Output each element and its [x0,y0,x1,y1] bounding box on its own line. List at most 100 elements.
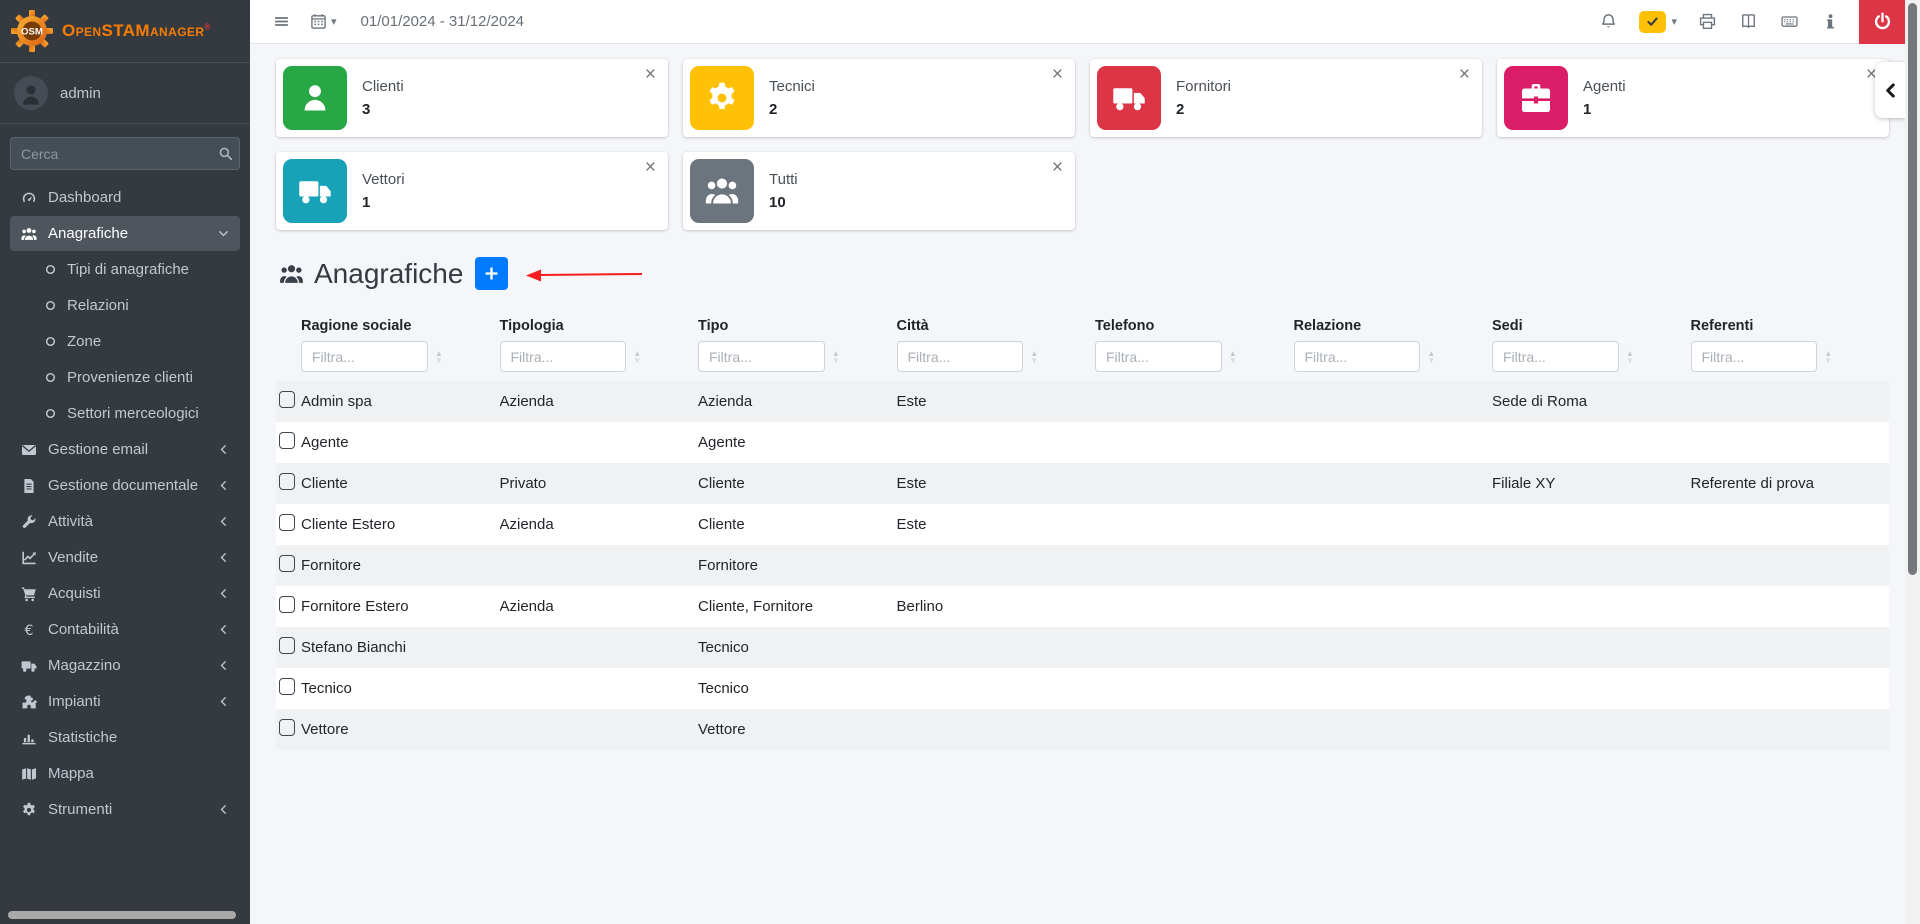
vertical-scrollbar-thumb[interactable] [1908,3,1917,575]
sort-icons[interactable]: ▲▼ [1427,350,1435,364]
row-checkbox[interactable] [279,555,295,572]
table-row[interactable]: VettoreVettore [276,709,1889,750]
sidebar-item-impianti[interactable]: Impianti [10,684,240,719]
row-checkbox[interactable] [279,391,295,408]
filter-input-tipologia[interactable] [500,341,627,372]
logout-button[interactable] [1859,0,1905,44]
filter-input-ragione-sociale[interactable] [301,341,428,372]
print-button[interactable] [1689,7,1726,36]
svg-text:OSM: OSM [21,27,43,38]
sidebar-item-strumenti[interactable]: Strumenti [10,792,240,827]
sort-icons[interactable]: ▲▼ [1824,350,1832,364]
filter-input-relazione[interactable] [1294,341,1421,372]
filter-input-referenti[interactable] [1691,341,1818,372]
sort-icons[interactable]: ▲▼ [633,350,641,364]
sidebar-item-relazioni[interactable]: Relazioni [10,288,240,323]
card-close-button[interactable]: × [645,65,656,84]
table-row[interactable]: Cliente EsteroAziendaClienteEste [276,504,1889,545]
sort-icons[interactable]: ▲▼ [1030,350,1038,364]
todo-dropdown-button[interactable]: ▾ [1631,11,1685,33]
user-panel[interactable]: admin [0,63,250,124]
cell-tipo: Tecnico [698,680,897,697]
brand[interactable]: OSM OpenSTAManager® [0,0,250,63]
table-row[interactable]: ClientePrivatoClienteEsteFiliale XYRefer… [276,463,1889,504]
column-header-tipo[interactable]: Tipo [698,318,897,334]
table-row[interactable]: Admin spaAziendaAziendaEsteSede di Roma [276,381,1889,422]
sort-icons[interactable]: ▲▼ [1626,350,1634,364]
plus-icon [483,265,500,282]
date-range[interactable]: 01/01/2024 - 31/12/2024 [361,13,524,30]
column-header-citta[interactable]: Città [897,318,1096,334]
sort-icons[interactable]: ▲▼ [435,350,443,364]
column-header-relazione[interactable]: Relazione [1294,318,1493,334]
sidebar-item-provenienze-clienti[interactable]: Provenienze clienti [10,360,240,395]
circle-icon [44,407,57,420]
card-close-button[interactable]: × [1459,65,1470,84]
card-close-button[interactable]: × [1052,158,1063,177]
sidebar-toggle-button[interactable] [263,7,300,36]
sidebar-item-settori-merceologici[interactable]: Settori merceologici [10,396,240,431]
cell-ragione-sociale: Fornitore Estero [301,598,500,615]
column-header-telefono[interactable]: Telefono [1095,318,1294,334]
sidebar-item-anagrafiche[interactable]: Anagrafiche [10,216,240,251]
table-row[interactable]: TecnicoTecnico [276,668,1889,709]
sidebar-item-attivita[interactable]: Attività [10,504,240,539]
summary-card-tutti[interactable]: Tutti 10 × [683,152,1075,230]
info-button[interactable] [1812,7,1849,36]
notifications-button[interactable] [1590,7,1627,36]
check-icon [1639,11,1666,33]
summary-card-fornitori[interactable]: Fornitori 2 × [1090,59,1482,137]
row-checkbox[interactable] [279,637,295,654]
table-row[interactable]: Stefano BianchiTecnico [276,627,1889,668]
sidebar-item-gestione-email[interactable]: Gestione email [10,432,240,467]
sidebar-item-contabilita[interactable]: € Contabilità [10,612,240,647]
search-input[interactable] [10,137,212,170]
calendar-button[interactable]: ▾ [300,7,347,36]
filter-input-tipo[interactable] [698,341,825,372]
row-checkbox[interactable] [279,678,295,695]
summary-card-clienti[interactable]: Clienti 3 × [276,59,668,137]
table-row[interactable]: FornitoreFornitore [276,545,1889,586]
table-row[interactable]: Fornitore EsteroAziendaCliente, Fornitor… [276,586,1889,627]
sidebar-item-tipi-di-anagrafiche[interactable]: Tipi di anagrafiche [10,252,240,287]
add-record-button[interactable] [475,257,508,290]
row-checkbox[interactable] [279,596,295,613]
summary-card-agenti[interactable]: Agenti 1 × [1497,59,1889,137]
sidebar-item-gestione-documentale[interactable]: Gestione documentale [10,468,240,503]
vertical-scrollbar[interactable] [1905,0,1920,924]
sidebar-item-zone[interactable]: Zone [10,324,240,359]
widgets-collapse-button[interactable] [1875,62,1905,118]
table-row[interactable]: AgenteAgente [276,422,1889,463]
row-checkbox[interactable] [279,432,295,449]
sidebar-search [10,137,240,170]
sidebar-item-label: Gestione documentale [48,477,198,494]
sidebar-item-acquisti[interactable]: Acquisti [10,576,240,611]
sidebar-horizontal-scrollbar[interactable] [8,911,236,919]
row-checkbox[interactable] [279,473,295,490]
column-header-ragione-sociale[interactable]: Ragione sociale [301,318,500,334]
filter-input-citta[interactable] [897,341,1024,372]
row-checkbox[interactable] [279,719,295,736]
summary-card-vettori[interactable]: Vettori 1 × [276,152,668,230]
sidebar-item-mappa[interactable]: Mappa [10,756,240,791]
sort-icons[interactable]: ▲▼ [832,350,840,364]
row-checkbox[interactable] [279,514,295,531]
docs-button[interactable] [1730,7,1767,36]
shortcuts-button[interactable] [1771,7,1808,36]
search-button[interactable] [212,137,240,170]
sidebar-item-vendite[interactable]: Vendite [10,540,240,575]
column-header-referenti[interactable]: Referenti [1691,318,1890,334]
filter-input-telefono[interactable] [1095,341,1222,372]
sidebar-item-dashboard[interactable]: Dashboard [10,180,240,215]
person-icon [18,82,44,108]
card-close-button[interactable]: × [1052,65,1063,84]
sidebar-item-statistiche[interactable]: Statistiche [10,720,240,755]
cell-tipologia: Privato [500,475,699,492]
filter-input-sedi[interactable] [1492,341,1619,372]
column-header-tipologia[interactable]: Tipologia [500,318,699,334]
sidebar-item-magazzino[interactable]: Magazzino [10,648,240,683]
summary-card-tecnici[interactable]: Tecnici 2 × [683,59,1075,137]
sort-icons[interactable]: ▲▼ [1229,350,1237,364]
card-close-button[interactable]: × [645,158,656,177]
column-header-sedi[interactable]: Sedi [1492,318,1691,334]
